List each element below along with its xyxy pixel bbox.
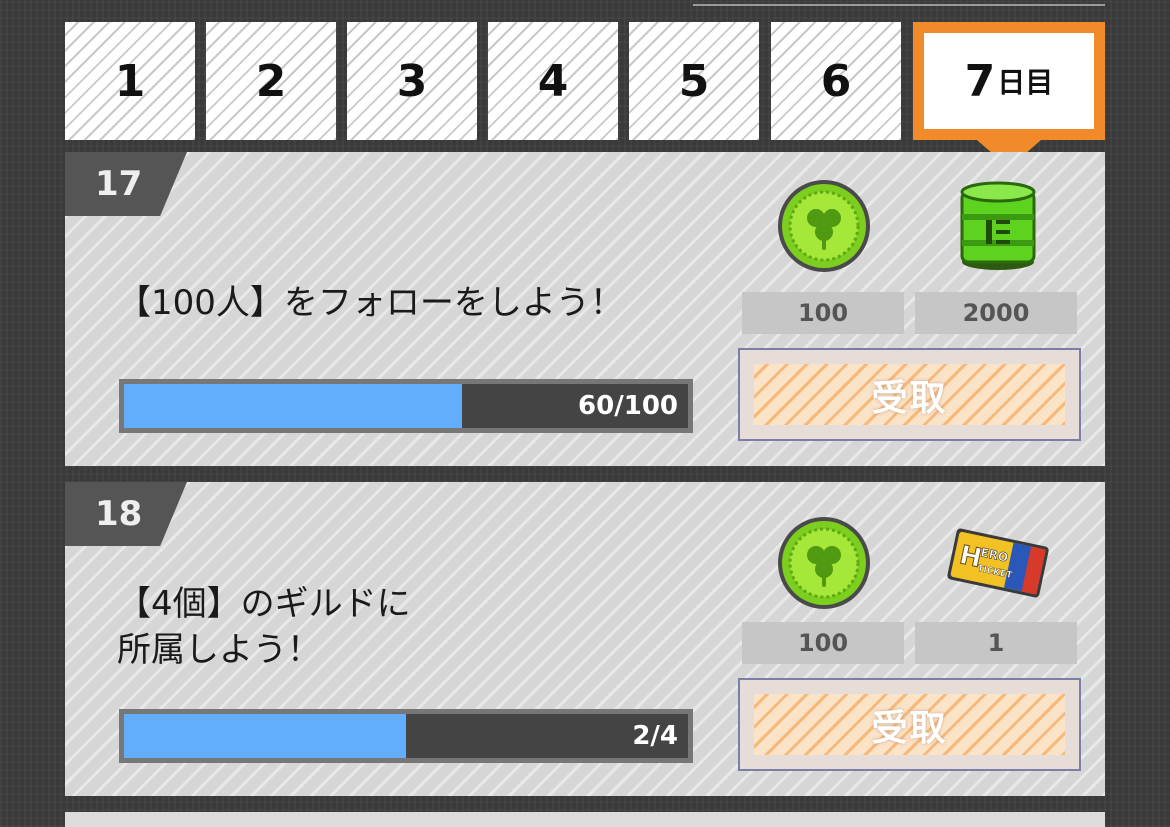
claim-button[interactable]: 受取 (738, 348, 1081, 441)
tab-day-3[interactable]: 3 (347, 22, 477, 140)
mission-number: 18 (65, 482, 187, 546)
clover-coin-icon (778, 180, 870, 272)
mission-text: 【100人】をフォローをしよう！ (117, 283, 624, 323)
header-divider (693, 4, 1105, 6)
hero-ticket-icon: H ERO TICKET (947, 528, 1049, 598)
mission-number: 17 (65, 152, 187, 216)
progress-fill (124, 714, 406, 758)
tab-day-7-suffix: 日目 (997, 66, 1054, 99)
reward-amount-2: 1 (915, 622, 1077, 664)
tab-day-7-number: 7 (964, 55, 996, 107)
tab-day-5[interactable]: 5 (629, 22, 759, 140)
claim-button[interactable]: 受取 (738, 678, 1081, 771)
claim-button-face: 受取 (754, 694, 1065, 755)
green-barrel-icon (960, 181, 1036, 270)
tab-day-6[interactable]: 6 (771, 22, 901, 140)
tab-day-2[interactable]: 2 (206, 22, 336, 140)
reward-amount-1: 100 (742, 622, 904, 664)
tab-day-1[interactable]: 1 (65, 22, 195, 140)
clover-coin-icon (778, 517, 870, 609)
tab-day-7[interactable]: 7 日目 (913, 22, 1105, 140)
progress-text: 60/100 (578, 391, 678, 421)
reward-amount-1: 100 (742, 292, 904, 334)
mission-card-18: 18 【4個】のギルドに 所属しよう！ 2/4 H ERO TICKET 100… (65, 482, 1105, 796)
claim-button-label: 受取 (871, 707, 948, 749)
progress-bar: 60/100 (119, 379, 693, 433)
claim-button-label: 受取 (871, 377, 948, 419)
reward-amount-2: 2000 (915, 292, 1077, 334)
progress-text: 2/4 (632, 721, 678, 751)
progress-bar: 2/4 (119, 709, 693, 763)
progress-fill (124, 384, 463, 428)
mission-card-19-edge (65, 812, 1105, 827)
tab-day-4[interactable]: 4 (488, 22, 618, 140)
claim-button-face: 受取 (754, 364, 1065, 425)
mission-text: 【4個】のギルドに 所属しよう！ (117, 584, 411, 670)
mission-card-17: 17 【100人】をフォローをしよう！ 60/100 100 2000 受取 (65, 152, 1105, 466)
